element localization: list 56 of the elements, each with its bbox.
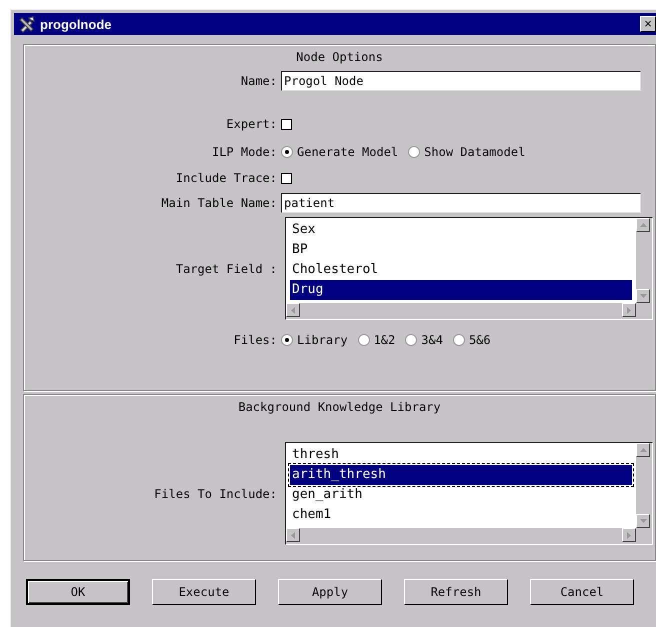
radio-label: 5&6: [468, 333, 491, 347]
scroll-up-icon[interactable]: [636, 443, 650, 457]
dialog-button[interactable]: Cancel: [530, 579, 634, 605]
scroll-right-icon[interactable]: [622, 528, 636, 542]
list-item[interactable]: Cholesterol: [290, 260, 632, 280]
radio-label: Generate Model: [297, 145, 398, 159]
list-item[interactable]: thresh: [290, 445, 632, 465]
scroll-left-icon[interactable]: [286, 303, 300, 317]
radio-button[interactable]: [281, 334, 293, 346]
scroll-left-icon[interactable]: [286, 528, 300, 542]
vertical-scrollbar[interactable]: [636, 443, 652, 528]
horizontal-scrollbar[interactable]: [286, 303, 636, 319]
table-name-field[interactable]: patient: [281, 193, 641, 213]
dialog-button[interactable]: Refresh: [404, 579, 508, 605]
close-button[interactable]: ×: [640, 16, 656, 32]
radio-button[interactable]: [408, 146, 420, 158]
radio-button[interactable]: [358, 334, 370, 346]
name-field[interactable]: Progol Node: [281, 71, 641, 91]
radio-button[interactable]: [452, 334, 465, 346]
scroll-up-icon[interactable]: [636, 218, 650, 232]
field-label: Target Field :: [174, 262, 278, 276]
radio-label: Show Datamodel: [424, 145, 526, 159]
checkbox[interactable]: [281, 118, 292, 130]
dialog-button[interactable]: Execute: [152, 579, 256, 605]
scroll-down-icon[interactable]: [636, 289, 650, 303]
checkbox[interactable]: [281, 172, 292, 184]
horizontal-scrollbar[interactable]: [286, 528, 636, 544]
list-item[interactable]: BP: [290, 240, 632, 260]
list-item[interactable]: Sex: [290, 220, 632, 240]
field-label: Files To Include:: [153, 486, 278, 500]
list-item[interactable]: arith_thresh: [290, 465, 632, 485]
radio-label: Library: [297, 333, 348, 347]
field-label: Name:: [240, 74, 278, 88]
target-field-list[interactable]: Sex BP Cholesterol Drug: [285, 217, 653, 320]
section-heading: Background Knowledge Library: [237, 399, 442, 416]
field-label: Include Trace:: [174, 171, 278, 185]
field-label: ILP Mode:: [210, 145, 278, 159]
window-title: progolnode: [40, 16, 112, 32]
radio-label: 3&4: [421, 333, 443, 347]
list-item[interactable]: chem1: [290, 505, 632, 525]
radio-button[interactable]: [405, 334, 418, 346]
field-label: Expert:: [225, 117, 278, 131]
scroll-down-icon[interactable]: [636, 514, 650, 528]
radio-label: 1&2: [374, 333, 396, 347]
list-item[interactable]: Drug: [290, 280, 632, 300]
list-item[interactable]: gen_arith: [290, 485, 632, 505]
section-heading: Node Options: [295, 49, 384, 66]
vertical-scrollbar[interactable]: [636, 218, 652, 303]
tools-icon: [18, 15, 36, 33]
radio-button[interactable]: [281, 146, 293, 158]
dialog-button[interactable]: Apply: [278, 579, 382, 605]
files-list[interactable]: thresh arith_thresh gen_arith chem1: [285, 442, 653, 545]
scroll-right-icon[interactable]: [622, 303, 636, 317]
field-label: Main Table Name:: [160, 196, 278, 210]
field-label: Files:: [232, 333, 278, 347]
dialog-button[interactable]: OK: [26, 579, 130, 605]
